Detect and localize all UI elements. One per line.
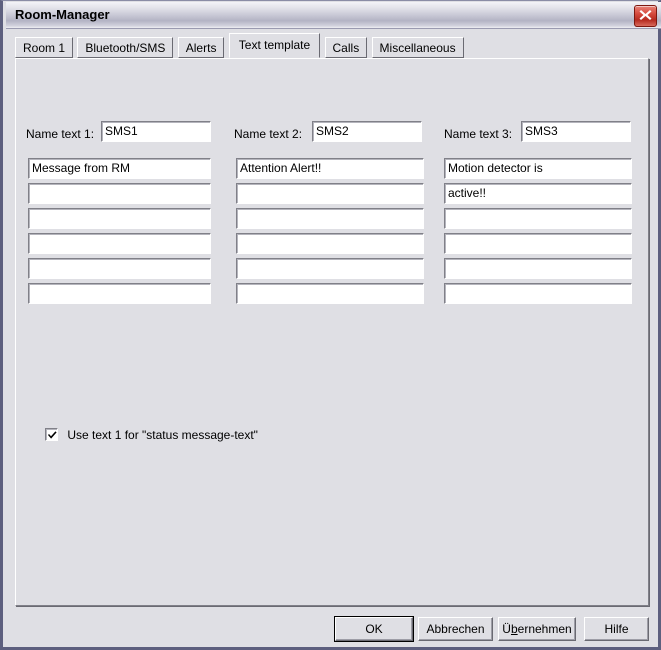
- text-2-line-4[interactable]: [236, 233, 424, 254]
- text-3-line-1[interactable]: Motion detector is: [444, 158, 632, 179]
- text-1-line-5[interactable]: [28, 258, 211, 279]
- text-1-line-1[interactable]: Message from RM: [28, 158, 211, 179]
- text-3-line-5[interactable]: [444, 258, 632, 279]
- name-text-2-input[interactable]: SMS2: [312, 121, 422, 142]
- cancel-button[interactable]: Abbrechen: [418, 617, 493, 641]
- use-text-1-checkbox[interactable]: [45, 428, 58, 441]
- text-1-line-6[interactable]: [28, 283, 211, 304]
- ok-button[interactable]: OK: [334, 616, 414, 642]
- name-text-1-label: Name text 1:: [26, 127, 95, 141]
- use-text-1-checkbox-row[interactable]: Use text 1 for "status message-text": [45, 428, 258, 444]
- text-2-line-1[interactable]: Attention Alert!!: [236, 158, 424, 179]
- close-button[interactable]: [634, 5, 657, 27]
- tab-bluetooth-sms[interactable]: Bluetooth/SMS: [77, 37, 174, 58]
- tab-miscellaneous[interactable]: Miscellaneous: [371, 37, 464, 58]
- apply-button-label: Übernehmen: [502, 622, 572, 636]
- name-text-1-input[interactable]: SMS1: [101, 121, 211, 142]
- dialog-window: Room-Manager Room 1 Bluetooth/SMS Alerts…: [0, 0, 661, 650]
- text-2-line-2[interactable]: [236, 183, 424, 204]
- window-title: Room-Manager: [15, 7, 110, 22]
- text-3-line-3[interactable]: [444, 208, 632, 229]
- text-3-line-6[interactable]: [444, 283, 632, 304]
- tab-alerts[interactable]: Alerts: [177, 37, 225, 58]
- text-2-line-6[interactable]: [236, 283, 424, 304]
- tab-calls[interactable]: Calls: [324, 37, 368, 58]
- checkmark-icon: [48, 431, 57, 439]
- help-button[interactable]: Hilfe: [584, 617, 649, 641]
- text-3-line-4[interactable]: [444, 233, 632, 254]
- name-text-3-input[interactable]: SMS3: [521, 121, 631, 142]
- tab-strip: Room 1 Bluetooth/SMS Alerts Text templat…: [15, 33, 465, 60]
- apply-button[interactable]: Übernehmen: [498, 617, 576, 641]
- text-1-line-3[interactable]: [28, 208, 211, 229]
- tab-panel-text-template: Name text 1: SMS1 Message from RM Name t…: [15, 58, 649, 606]
- name-text-2-label: Name text 2:: [234, 127, 303, 141]
- tab-room-1[interactable]: Room 1: [15, 37, 74, 58]
- title-bar: Room-Manager: [6, 2, 661, 29]
- use-text-1-checkbox-label: Use text 1 for "status message-text": [67, 428, 258, 442]
- text-2-line-3[interactable]: [236, 208, 424, 229]
- name-text-3-label: Name text 3:: [444, 127, 513, 141]
- tab-text-template[interactable]: Text template: [228, 33, 321, 58]
- text-3-line-2[interactable]: active!!: [444, 183, 632, 204]
- close-x-icon: [639, 10, 652, 20]
- text-2-line-5[interactable]: [236, 258, 424, 279]
- text-1-line-4[interactable]: [28, 233, 211, 254]
- text-1-line-2[interactable]: [28, 183, 211, 204]
